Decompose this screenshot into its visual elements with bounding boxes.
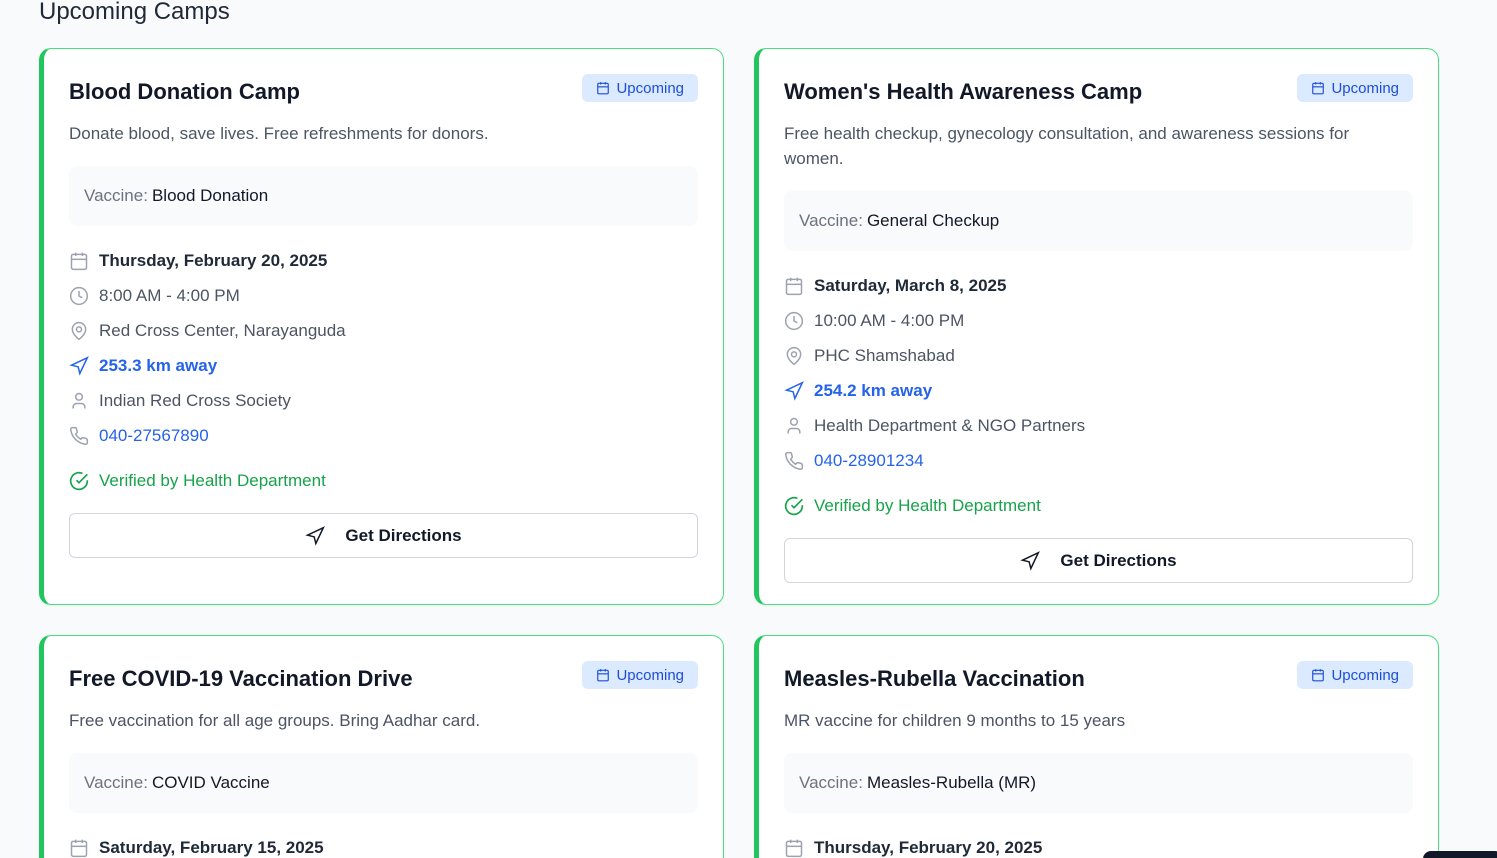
camp-card: Women's Health Awareness Camp Upcoming F… bbox=[754, 48, 1439, 605]
camp-organizer: Indian Red Cross Society bbox=[69, 383, 698, 418]
phone-link[interactable]: 040-28901234 bbox=[814, 451, 924, 471]
time-text: 10:00 AM - 4:00 PM bbox=[814, 310, 965, 330]
camp-location: PHC Shamshabad bbox=[784, 338, 1413, 373]
date-text: Thursday, February 20, 2025 bbox=[99, 250, 328, 270]
vaccine-box: Vaccine: Measles-Rubella (MR) bbox=[784, 753, 1413, 813]
status-badge: Upcoming bbox=[1297, 74, 1413, 102]
calendar-icon bbox=[1312, 82, 1325, 95]
vaccine-value: Measles-Rubella (MR) bbox=[866, 773, 1037, 792]
camp-organizer: Health Department & NGO Partners bbox=[784, 408, 1413, 443]
organizer-text: Indian Red Cross Society bbox=[99, 390, 291, 410]
verified-status: Verified by Health Department bbox=[69, 463, 698, 498]
clock-icon bbox=[69, 286, 89, 305]
camp-title: Women's Health Awareness Camp bbox=[784, 79, 1143, 104]
camp-card: Measles-Rubella Vaccination Upcoming MR … bbox=[754, 635, 1439, 858]
camp-date: Thursday, February 20, 2025 bbox=[784, 830, 1413, 858]
vaccine-box: Vaccine: Blood Donation bbox=[69, 166, 698, 226]
camp-description: Donate blood, save lives. Free refreshme… bbox=[69, 124, 489, 143]
distance-text: 254.2 km away bbox=[814, 380, 933, 400]
time-text: 8:00 AM - 4:00 PM bbox=[99, 285, 240, 305]
page: Upcoming Camps Blood Donation Camp Upcom… bbox=[0, 0, 1497, 858]
calendar-icon bbox=[785, 277, 803, 295]
status-badge: Upcoming bbox=[582, 661, 698, 689]
camp-card: Blood Donation Camp Upcoming Donate bloo… bbox=[39, 48, 724, 605]
location-text: PHC Shamshabad bbox=[814, 345, 955, 365]
verified-text: Verified by Health Department bbox=[99, 470, 326, 490]
check-circle-icon bbox=[69, 471, 89, 490]
get-directions-button[interactable]: Get Directions bbox=[784, 538, 1413, 583]
camp-phone: 040-28901234 bbox=[784, 443, 1413, 478]
vaccine-label: Vaccine: bbox=[84, 186, 148, 205]
status-badge: Upcoming bbox=[1297, 661, 1413, 689]
organizer-text: Health Department & NGO Partners bbox=[814, 415, 1086, 435]
camp-date: Saturday, February 15, 2025 bbox=[69, 830, 698, 858]
date-text: Saturday, February 15, 2025 bbox=[99, 837, 324, 857]
status-label: Upcoming bbox=[1331, 666, 1399, 684]
navigation-icon bbox=[69, 355, 89, 376]
navigation-icon bbox=[1020, 550, 1041, 571]
phone-icon bbox=[785, 451, 804, 470]
camp-title: Free COVID-19 Vaccination Drive bbox=[69, 666, 413, 691]
status-label: Upcoming bbox=[616, 79, 684, 97]
camp-distance: 253.3 km away bbox=[69, 348, 698, 383]
calendar-icon bbox=[1312, 669, 1325, 682]
camp-phone: 040-27567890 bbox=[69, 418, 698, 453]
camp-time: 8:00 AM - 4:00 PM bbox=[69, 278, 698, 313]
vaccine-label: Vaccine: bbox=[84, 773, 148, 792]
button-label: Get Directions bbox=[345, 525, 462, 545]
vaccine-value: COVID Vaccine bbox=[151, 773, 270, 792]
camp-description: Free health checkup, gynecology consulta… bbox=[784, 124, 1350, 168]
camp-title: Measles-Rubella Vaccination bbox=[784, 666, 1085, 691]
verified-status: Verified by Health Department bbox=[784, 488, 1413, 523]
date-text: Saturday, March 8, 2025 bbox=[814, 275, 1007, 295]
button-label: Get Directions bbox=[1060, 550, 1177, 570]
floating-action-button[interactable] bbox=[1423, 851, 1497, 858]
vaccine-box: Vaccine: General Checkup bbox=[784, 191, 1413, 251]
camp-title: Blood Donation Camp bbox=[69, 79, 300, 104]
vaccine-value: General Checkup bbox=[866, 211, 1000, 230]
calendar-icon bbox=[70, 252, 88, 270]
date-text: Thursday, February 20, 2025 bbox=[814, 837, 1043, 857]
location-text: Red Cross Center, Narayanguda bbox=[99, 320, 346, 340]
status-label: Upcoming bbox=[1331, 79, 1399, 97]
verified-text: Verified by Health Department bbox=[814, 495, 1041, 515]
camp-description: MR vaccine for children 9 months to 15 y… bbox=[784, 711, 1126, 730]
camp-time: 10:00 AM - 4:00 PM bbox=[784, 303, 1413, 338]
section-title: Upcoming Camps bbox=[39, 0, 230, 25]
vaccine-box: Vaccine: COVID Vaccine bbox=[69, 753, 698, 813]
map-pin-icon bbox=[71, 321, 87, 340]
calendar-icon bbox=[785, 839, 803, 857]
vaccine-label: Vaccine: bbox=[799, 211, 863, 230]
navigation-icon bbox=[784, 380, 804, 401]
camp-card: Free COVID-19 Vaccination Drive Upcoming… bbox=[39, 635, 724, 858]
clock-icon bbox=[784, 311, 804, 330]
camp-location: Red Cross Center, Narayanguda bbox=[69, 313, 698, 348]
map-pin-icon bbox=[786, 346, 802, 365]
camp-date: Thursday, February 20, 2025 bbox=[69, 243, 698, 278]
user-icon bbox=[72, 392, 86, 408]
status-label: Upcoming bbox=[616, 666, 684, 684]
status-badge: Upcoming bbox=[582, 74, 698, 102]
camp-description: Free vaccination for all age groups. Bri… bbox=[69, 711, 481, 730]
check-circle-icon bbox=[784, 496, 804, 515]
calendar-icon bbox=[597, 82, 610, 95]
phone-link[interactable]: 040-27567890 bbox=[99, 426, 209, 446]
calendar-icon bbox=[597, 669, 610, 682]
vaccine-label: Vaccine: bbox=[799, 773, 863, 792]
navigation-icon bbox=[305, 525, 326, 546]
user-icon bbox=[787, 417, 801, 433]
camp-date: Saturday, March 8, 2025 bbox=[784, 268, 1413, 303]
calendar-icon bbox=[70, 839, 88, 857]
camp-distance: 254.2 km away bbox=[784, 373, 1413, 408]
phone-icon bbox=[70, 426, 89, 445]
distance-text: 253.3 km away bbox=[99, 355, 218, 375]
get-directions-button[interactable]: Get Directions bbox=[69, 513, 698, 558]
vaccine-value: Blood Donation bbox=[151, 186, 269, 205]
